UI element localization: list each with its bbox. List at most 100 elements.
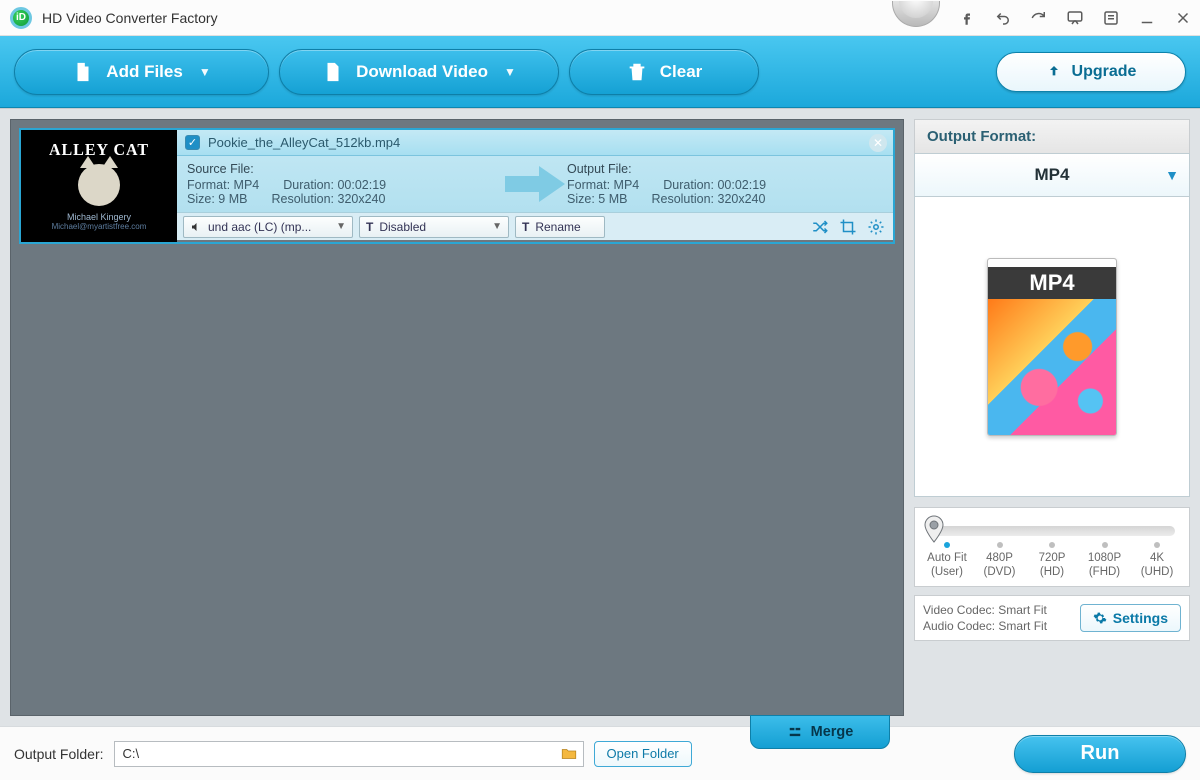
chevron-down-icon: ▼ bbox=[492, 221, 502, 232]
quality-label: 1080P(FHD) bbox=[1085, 552, 1125, 580]
output-format-title: Output Format: bbox=[914, 119, 1190, 153]
minimize-icon[interactable] bbox=[1138, 9, 1156, 27]
output-folder-label: Output Folder: bbox=[14, 746, 104, 762]
file-footer: und aac (LC) (mp... ▼ T Disabled ▼ T Ren… bbox=[177, 212, 893, 240]
merge-icon bbox=[787, 725, 803, 739]
source-label: Source File: bbox=[187, 162, 503, 176]
quality-label: 720P(HD) bbox=[1032, 552, 1072, 580]
clear-button[interactable]: Clear bbox=[569, 49, 759, 95]
remove-file-icon[interactable]: ✕ bbox=[869, 134, 887, 152]
video-codec-label: Video Codec: bbox=[923, 603, 995, 617]
facebook-icon[interactable] bbox=[958, 9, 976, 27]
crop-icon[interactable] bbox=[837, 216, 859, 238]
file-header: ✓ Pookie_the_AlleyCat_512kb.mp4 ✕ bbox=[177, 130, 893, 156]
quality-label: Auto Fit(User) bbox=[927, 552, 967, 580]
redo-icon[interactable] bbox=[1030, 9, 1048, 27]
rename-button[interactable]: T Rename bbox=[515, 216, 605, 238]
rename-label: Rename bbox=[535, 220, 580, 234]
title-bar: iD HD Video Converter Factory bbox=[0, 0, 1200, 36]
folder-icon[interactable] bbox=[559, 745, 579, 763]
src-duration-label: Duration: bbox=[283, 178, 334, 192]
video-codec: Smart Fit bbox=[998, 603, 1047, 617]
src-format-label: Format: bbox=[187, 178, 230, 192]
source-info: Source File: Format: MP4 Duration: 00:02… bbox=[187, 162, 503, 206]
app-title: HD Video Converter Factory bbox=[42, 10, 218, 26]
close-icon[interactable] bbox=[1174, 9, 1192, 27]
out-res-label: Resolution: bbox=[651, 192, 714, 206]
output-folder-input[interactable]: C:\ bbox=[114, 741, 584, 767]
effects-icon[interactable] bbox=[865, 216, 887, 238]
menu-icon[interactable] bbox=[1102, 9, 1120, 27]
out-size: 5 MB bbox=[598, 192, 627, 206]
audio-track-select[interactable]: und aac (LC) (mp... ▼ bbox=[183, 216, 353, 238]
chevron-down-icon: ▼ bbox=[336, 221, 346, 232]
file-thumbnail[interactable]: ALLEY CAT Michael Kingery Michael@myarti… bbox=[21, 130, 177, 242]
merge-button[interactable]: Merge bbox=[750, 715, 890, 749]
codec-row: Video Codec: Smart Fit Audio Codec: Smar… bbox=[914, 595, 1190, 641]
quality-option[interactable]: Auto Fit(User) bbox=[927, 542, 967, 580]
main-region: ALLEY CAT Michael Kingery Michael@myarti… bbox=[0, 108, 1200, 726]
src-size-label: Size: bbox=[187, 192, 215, 206]
quality-dot bbox=[1102, 542, 1108, 548]
slider-thumb-icon[interactable] bbox=[923, 515, 945, 543]
quality-option[interactable]: 4K(UHD) bbox=[1137, 542, 1177, 580]
feedback-icon[interactable] bbox=[1066, 9, 1084, 27]
file-list: ALLEY CAT Michael Kingery Michael@myarti… bbox=[10, 119, 904, 716]
download-video-label: Download Video bbox=[356, 62, 488, 82]
subtitle-icon: T bbox=[366, 220, 373, 234]
app-logo: iD bbox=[10, 7, 32, 29]
output-info: Output File: Format: MP4 Duration: 00:02… bbox=[567, 162, 883, 206]
add-files-label: Add Files bbox=[106, 62, 183, 82]
format-card[interactable]: MP4 bbox=[987, 258, 1117, 436]
gear-icon bbox=[1093, 611, 1107, 625]
quality-marks: Auto Fit(User) 480P(DVD) 720P(HD) 1080P(FHD… bbox=[927, 542, 1177, 580]
output-panel: Output Format: MP4 ▼ MP4 Auto Fit(User) 4… bbox=[914, 119, 1190, 716]
settings-button[interactable]: Settings bbox=[1080, 604, 1181, 632]
download-video-button[interactable]: Download Video ▼ bbox=[279, 49, 559, 95]
quality-slider-box: Auto Fit(User) 480P(DVD) 720P(HD) 1080P(FHD… bbox=[914, 507, 1190, 587]
thumb-credit: Michael Kingery bbox=[67, 212, 131, 222]
out-duration: 00:02:19 bbox=[717, 178, 766, 192]
upgrade-button[interactable]: Upgrade bbox=[996, 52, 1186, 92]
file-checkbox[interactable]: ✓ bbox=[185, 135, 200, 150]
output-format-value: MP4 bbox=[1035, 165, 1070, 185]
output-folder-value: C:\ bbox=[123, 746, 140, 761]
quality-label: 4K(UHD) bbox=[1137, 552, 1177, 580]
quality-option[interactable]: 480P(DVD) bbox=[980, 542, 1020, 580]
quality-option[interactable]: 720P(HD) bbox=[1032, 542, 1072, 580]
upgrade-label: Upgrade bbox=[1072, 63, 1137, 81]
rename-icon: T bbox=[522, 220, 529, 234]
file-item[interactable]: ALLEY CAT Michael Kingery Michael@myarti… bbox=[19, 128, 895, 244]
thumb-title: ALLEY CAT bbox=[49, 141, 149, 160]
thumb-art bbox=[78, 164, 120, 206]
quality-slider[interactable] bbox=[929, 526, 1175, 536]
output-label: Output File: bbox=[567, 162, 883, 176]
undo-icon[interactable] bbox=[994, 9, 1012, 27]
add-files-button[interactable]: Add Files ▼ bbox=[14, 49, 269, 95]
src-res: 320x240 bbox=[338, 192, 386, 206]
upgrade-icon bbox=[1046, 64, 1062, 80]
add-file-icon bbox=[72, 61, 94, 83]
format-tag: MP4 bbox=[988, 259, 1116, 299]
quality-dot bbox=[997, 542, 1003, 548]
file-details: ✓ Pookie_the_AlleyCat_512kb.mp4 ✕ Source… bbox=[177, 130, 893, 242]
audio-codec: Smart Fit bbox=[998, 619, 1047, 633]
shuffle-icon[interactable] bbox=[809, 216, 831, 238]
chevron-down-icon: ▼ bbox=[1165, 167, 1179, 183]
quality-label: 480P(DVD) bbox=[980, 552, 1020, 580]
out-res: 320x240 bbox=[718, 192, 766, 206]
format-preview: MP4 bbox=[914, 197, 1190, 497]
open-folder-button[interactable]: Open Folder bbox=[594, 741, 692, 767]
subtitle-select[interactable]: T Disabled ▼ bbox=[359, 216, 509, 238]
run-button[interactable]: Run bbox=[1014, 735, 1186, 773]
file-name: Pookie_the_AlleyCat_512kb.mp4 bbox=[208, 135, 400, 150]
quality-option[interactable]: 1080P(FHD) bbox=[1085, 542, 1125, 580]
conversion-arrow-icon bbox=[503, 162, 567, 206]
dvd-button[interactable] bbox=[892, 1, 940, 27]
subtitle-label: Disabled bbox=[379, 220, 426, 234]
out-duration-label: Duration: bbox=[663, 178, 714, 192]
out-format-label: Format: bbox=[567, 178, 610, 192]
output-format-select[interactable]: MP4 ▼ bbox=[914, 153, 1190, 197]
clear-label: Clear bbox=[660, 62, 703, 82]
out-size-label: Size: bbox=[567, 192, 595, 206]
